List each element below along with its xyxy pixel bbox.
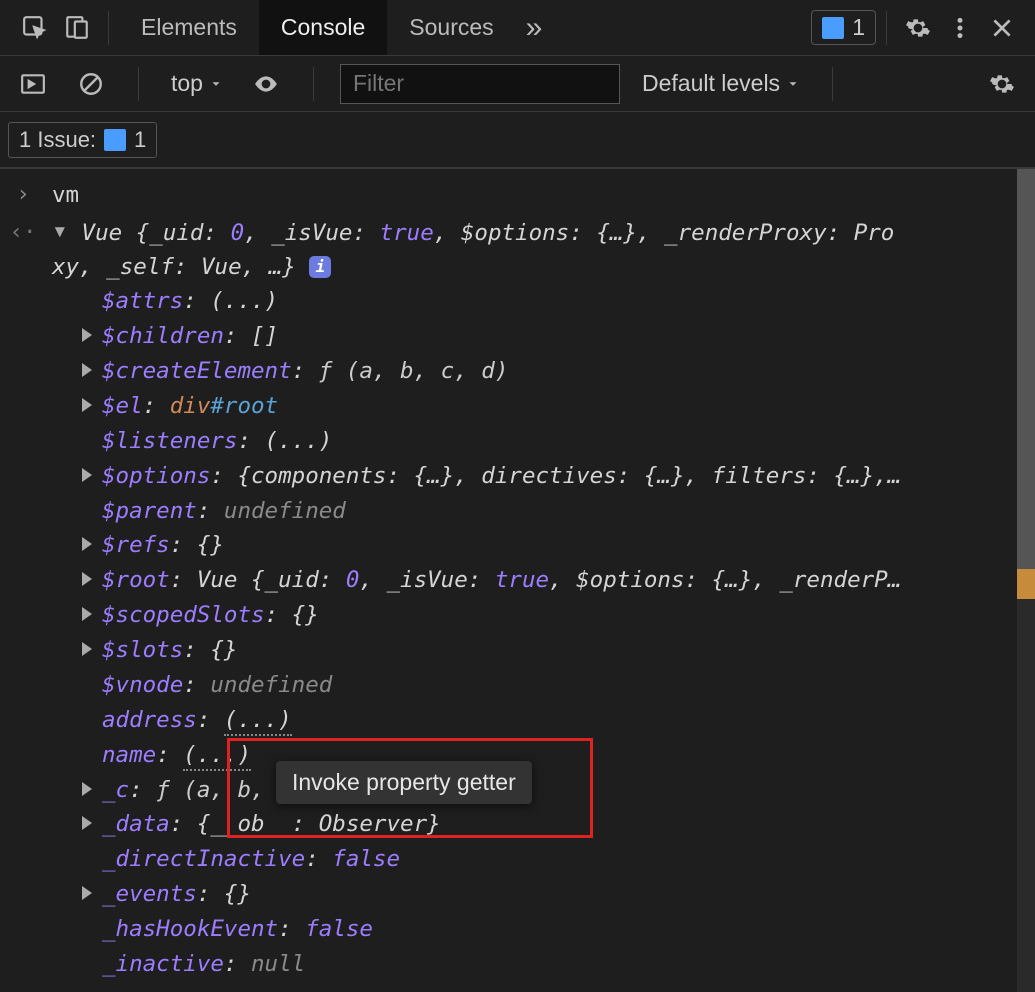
device-toggle-icon[interactable] [56, 7, 98, 49]
scrollbar-track[interactable] [1017, 169, 1035, 992]
issues-label: 1 Issue: [19, 127, 96, 153]
context-dropdown[interactable]: top [165, 70, 229, 97]
settings-gear-icon[interactable] [897, 7, 939, 49]
console-input-line[interactable]: vm [52, 179, 1035, 213]
prop-scoped-slots[interactable]: $scopedSlots: {} [82, 598, 1015, 633]
prop-el[interactable]: $el: div#root [82, 389, 1015, 424]
tab-console[interactable]: Console [259, 0, 387, 55]
prop-children[interactable]: $children: [] [82, 319, 1015, 354]
prop-direct-inactive[interactable]: _directInactive: false [82, 842, 1015, 877]
issues-chip-count: 1 [852, 14, 865, 41]
input-prompt-icon: › [4, 179, 42, 207]
prop-c[interactable]: _c: ƒ (a, b, c, d) [82, 773, 1015, 808]
info-badge-icon[interactable]: i [309, 256, 331, 278]
chevron-down-icon [209, 77, 223, 91]
prop-inactive[interactable]: _inactive: null [82, 947, 1015, 982]
tab-divider [108, 11, 109, 45]
prop-data[interactable]: _data: {__ob__: Observer} [82, 807, 1015, 842]
tab-elements[interactable]: Elements [119, 0, 259, 55]
expand-object-toggle[interactable]: ▾ [52, 218, 66, 244]
more-options-icon[interactable] [939, 7, 981, 49]
prop-options[interactable]: $options: {components: {…}, directives: … [82, 459, 1015, 494]
levels-dropdown[interactable]: Default levels [636, 70, 806, 97]
prop-events[interactable]: _events: {} [82, 877, 1015, 912]
prop-refs[interactable]: $refs: {} [82, 528, 1015, 563]
close-devtools-icon[interactable] [981, 7, 1023, 49]
prop-create-element[interactable]: $createElement: ƒ (a, b, c, d) [82, 354, 1015, 389]
context-label: top [171, 70, 203, 97]
scrollbar-thumb[interactable] [1017, 169, 1035, 569]
prop-listeners[interactable]: $listeners: (...) [82, 424, 1015, 459]
issues-count: 1 [134, 127, 146, 153]
message-icon [822, 17, 844, 39]
getter-tooltip: Invoke property getter [276, 761, 532, 804]
issues-counter[interactable]: 1 Issue: 1 [8, 122, 157, 158]
console-settings-gear-icon[interactable] [981, 63, 1023, 105]
output-indicator-icon: ‹· [4, 217, 42, 245]
prop-vnode[interactable]: $vnode: undefined [82, 668, 1015, 703]
prop-address[interactable]: address: (...) [82, 703, 1015, 738]
prop-attrs[interactable]: $attrs: (...) [82, 284, 1015, 319]
prop-root[interactable]: $root: Vue {_uid: 0, _isVue: true, $opti… [82, 563, 1015, 598]
toolbar-divider-1 [138, 67, 139, 101]
levels-label: Default levels [642, 70, 780, 97]
prop-has-hook-event[interactable]: _hasHookEvent: false [82, 912, 1015, 947]
issues-chip[interactable]: 1 [811, 10, 876, 45]
chevron-down-icon [786, 77, 800, 91]
live-expression-eye-icon[interactable] [245, 63, 287, 105]
prop-parent[interactable]: $parent: undefined [82, 494, 1015, 529]
clear-console-icon[interactable] [70, 63, 112, 105]
tabs-overflow-button[interactable]: » [516, 13, 553, 43]
object-summary[interactable]: Vue {_uid: 0, _isVue: true, $options: {…… [52, 220, 894, 280]
prop-slots[interactable]: $slots: {} [82, 633, 1015, 668]
right-divider [886, 11, 887, 45]
inspect-icon[interactable] [14, 7, 56, 49]
filter-input[interactable] [340, 64, 620, 104]
message-icon [104, 129, 126, 151]
prop-name[interactable]: name: (...) [82, 738, 1015, 773]
scrollbar-marker [1017, 569, 1035, 599]
console-sidebar-toggle-icon[interactable] [12, 63, 54, 105]
toolbar-divider-3 [832, 67, 833, 101]
tab-sources[interactable]: Sources [387, 0, 515, 55]
toolbar-divider-2 [313, 67, 314, 101]
